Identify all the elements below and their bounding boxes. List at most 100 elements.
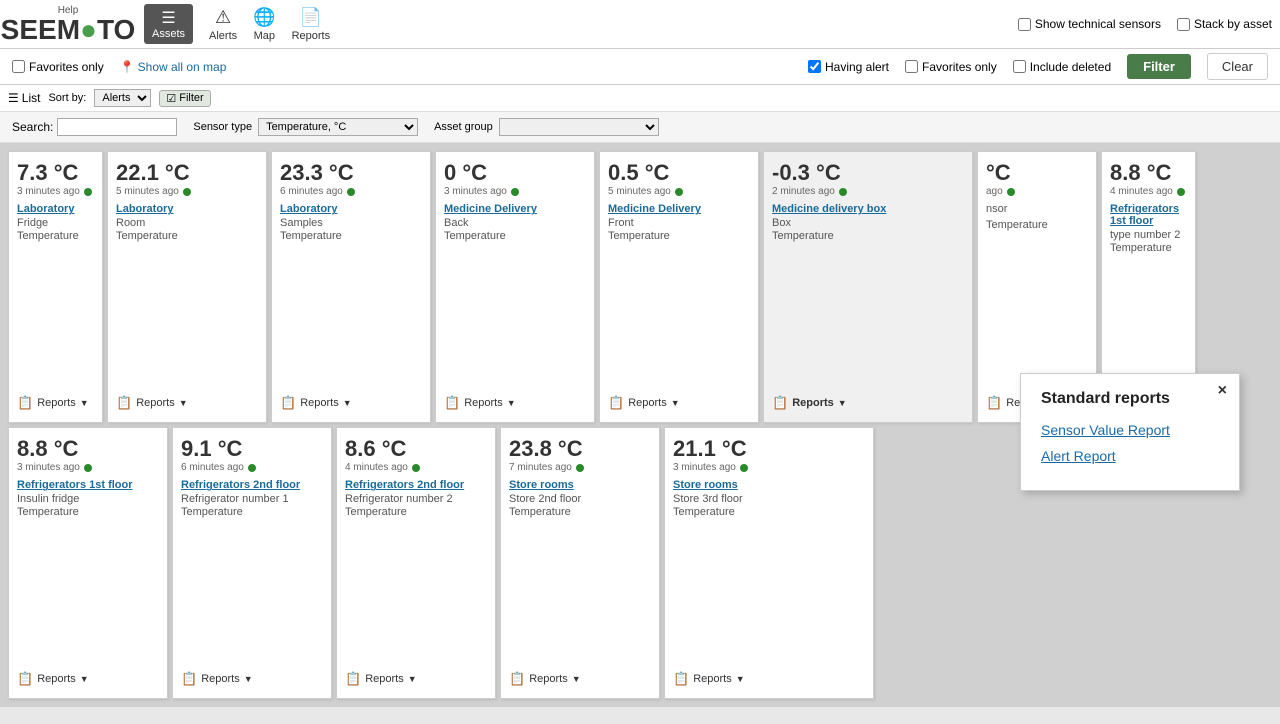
reports-button[interactable]: 📋 Reports ▼: [608, 392, 750, 414]
sensor-type-select[interactable]: Temperature, °C: [258, 118, 418, 136]
status-dot: [183, 188, 191, 196]
stack-by-asset-checkbox[interactable]: [1177, 18, 1190, 31]
status-dot: [740, 464, 748, 472]
reports-button[interactable]: 📋 Reports ▼: [673, 668, 865, 690]
reports-doc-icon: 📋: [772, 395, 788, 411]
card-group[interactable]: Laboratory: [17, 203, 94, 215]
card-sub: Front: [608, 217, 750, 229]
reports-button[interactable]: 📋 Reports ▼: [444, 392, 586, 414]
card-type: Temperature: [17, 506, 159, 518]
favorites-only2-checkbox[interactable]: [905, 60, 918, 73]
card-group[interactable]: Medicine delivery box: [772, 203, 964, 215]
favorites-only-label[interactable]: Favorites only: [12, 60, 104, 74]
sensor-type-row: Sensor type Temperature, °C: [193, 118, 418, 136]
reports-doc-icon: 📋: [444, 395, 460, 411]
card-group[interactable]: Laboratory: [116, 203, 258, 215]
chevron-down-icon: ▼: [507, 398, 516, 408]
assets-icon: ☰: [161, 8, 175, 28]
favorites-only2-label[interactable]: Favorites only: [905, 60, 997, 74]
alert-report-link[interactable]: Alert Report: [1041, 448, 1219, 464]
card-time: 5 minutes ago: [608, 186, 750, 197]
reports-popup: × Standard reports Sensor Value Report A…: [1020, 373, 1240, 491]
card-group[interactable]: Refrigerators 2nd floor: [181, 479, 323, 491]
show-all-on-map-link[interactable]: 📍 Show all on map: [120, 60, 227, 74]
card-sub: Refrigerator number 2: [345, 493, 487, 505]
include-deleted-checkbox[interactable]: [1013, 60, 1026, 73]
reports-doc-icon: 📋: [116, 395, 132, 411]
favorites-only-checkbox[interactable]: [12, 60, 25, 73]
reports-button[interactable]: 📋 Reports ▼: [345, 668, 487, 690]
card-temp: °C: [986, 160, 1088, 186]
reports-button[interactable]: 📋 Reports ▼: [181, 668, 323, 690]
card-group[interactable]: Refrigerators 1st floor: [1110, 203, 1187, 227]
nav-alerts[interactable]: ⚠ Alerts: [209, 7, 237, 42]
list-item: 22.1 °C 5 minutes ago Laboratory Room Te…: [107, 151, 267, 423]
card-time: 3 minutes ago: [17, 462, 159, 473]
card-temp: 8.6 °C: [345, 436, 487, 462]
card-temp: 9.1 °C: [181, 436, 323, 462]
nav-icons: ⚠ Alerts 🌐 Map 📄 Reports: [209, 7, 330, 42]
card-type: Temperature: [608, 230, 750, 242]
reports-icon: 📄: [300, 7, 322, 28]
sort-by-label: Sort by:: [48, 92, 86, 104]
card-time: 6 minutes ago: [181, 462, 323, 473]
card-time: ago: [986, 186, 1088, 197]
card-type: Temperature: [673, 506, 865, 518]
card-group[interactable]: Refrigerators 1st floor: [17, 479, 159, 491]
alerts-icon: ⚠: [215, 7, 231, 28]
status-dot: [412, 464, 420, 472]
reports-button[interactable]: 📋 Reports ▼: [280, 392, 422, 414]
chevron-down-icon: ▼: [736, 674, 745, 684]
filter-button[interactable]: Filter: [1127, 54, 1191, 79]
card-temp: 8.8 °C: [17, 436, 159, 462]
nav-map-label: Map: [254, 30, 275, 42]
card-time: 3 minutes ago: [673, 462, 865, 473]
reports-doc-icon: 📋: [17, 671, 33, 687]
search-input[interactable]: [57, 118, 177, 136]
main-content: 7.3 °C 3 minutes ago Laboratory Fridge T…: [0, 143, 1280, 707]
card-sub: type number 2: [1110, 229, 1187, 241]
filter-tag[interactable]: ☑ Filter: [159, 90, 210, 107]
include-deleted-label[interactable]: Include deleted: [1013, 60, 1111, 74]
reports-button[interactable]: 📋 Reports ▼: [509, 668, 651, 690]
reports-doc-icon: 📋: [673, 671, 689, 687]
show-technical-sensors-checkbox[interactable]: [1018, 18, 1031, 31]
filter-icon: ☑: [166, 92, 176, 105]
assets-button[interactable]: ☰ Assets: [144, 4, 193, 44]
card-group[interactable]: Laboratory: [280, 203, 422, 215]
card-time: 3 minutes ago: [17, 186, 94, 197]
reports-button[interactable]: 📋 Reports ▼: [116, 392, 258, 414]
card-type: nsor: [986, 203, 1088, 215]
card-sub: Back: [444, 217, 586, 229]
stack-by-asset-label[interactable]: Stack by asset: [1177, 17, 1272, 31]
sensor-value-report-link[interactable]: Sensor Value Report: [1041, 422, 1219, 438]
card-group[interactable]: Store rooms: [673, 479, 865, 491]
nav-reports[interactable]: 📄 Reports: [292, 7, 331, 42]
clear-button[interactable]: Clear: [1207, 53, 1268, 80]
popup-close-button[interactable]: ×: [1218, 382, 1227, 400]
asset-group-select[interactable]: [499, 118, 659, 136]
chevron-down-icon: ▼: [80, 398, 89, 408]
show-technical-sensors-label[interactable]: Show technical sensors: [1018, 17, 1161, 31]
list-icon: ☰: [8, 91, 19, 105]
chevron-down-icon: ▼: [572, 674, 581, 684]
having-alert-label[interactable]: Having alert: [808, 60, 889, 74]
having-alert-checkbox[interactable]: [808, 60, 821, 73]
card-group[interactable]: Refrigerators 2nd floor: [345, 479, 487, 491]
card-group[interactable]: Medicine Delivery: [444, 203, 586, 215]
card-temp: 0.5 °C: [608, 160, 750, 186]
reports-button[interactable]: 📋 Reports ▼: [17, 392, 94, 414]
map-pin-icon: 📍: [120, 60, 135, 74]
nav-map[interactable]: 🌐 Map: [253, 7, 275, 42]
chevron-down-icon: ▼: [244, 674, 253, 684]
reports-button[interactable]: 📋 Reports ▼: [17, 668, 159, 690]
status-dot: [84, 464, 92, 472]
reports-button[interactable]: 📋 Reports ▼: [772, 392, 964, 414]
list-item: 9.1 °C 6 minutes ago Refrigerators 2nd f…: [172, 427, 332, 699]
card-group[interactable]: Medicine Delivery: [608, 203, 750, 215]
list-item: 8.6 °C 4 minutes ago Refrigerators 2nd f…: [336, 427, 496, 699]
card-sub: Room: [116, 217, 258, 229]
card-group[interactable]: Store rooms: [509, 479, 651, 491]
sort-by-select[interactable]: Alerts: [94, 89, 151, 107]
list-view-button[interactable]: ☰ List: [8, 91, 40, 105]
